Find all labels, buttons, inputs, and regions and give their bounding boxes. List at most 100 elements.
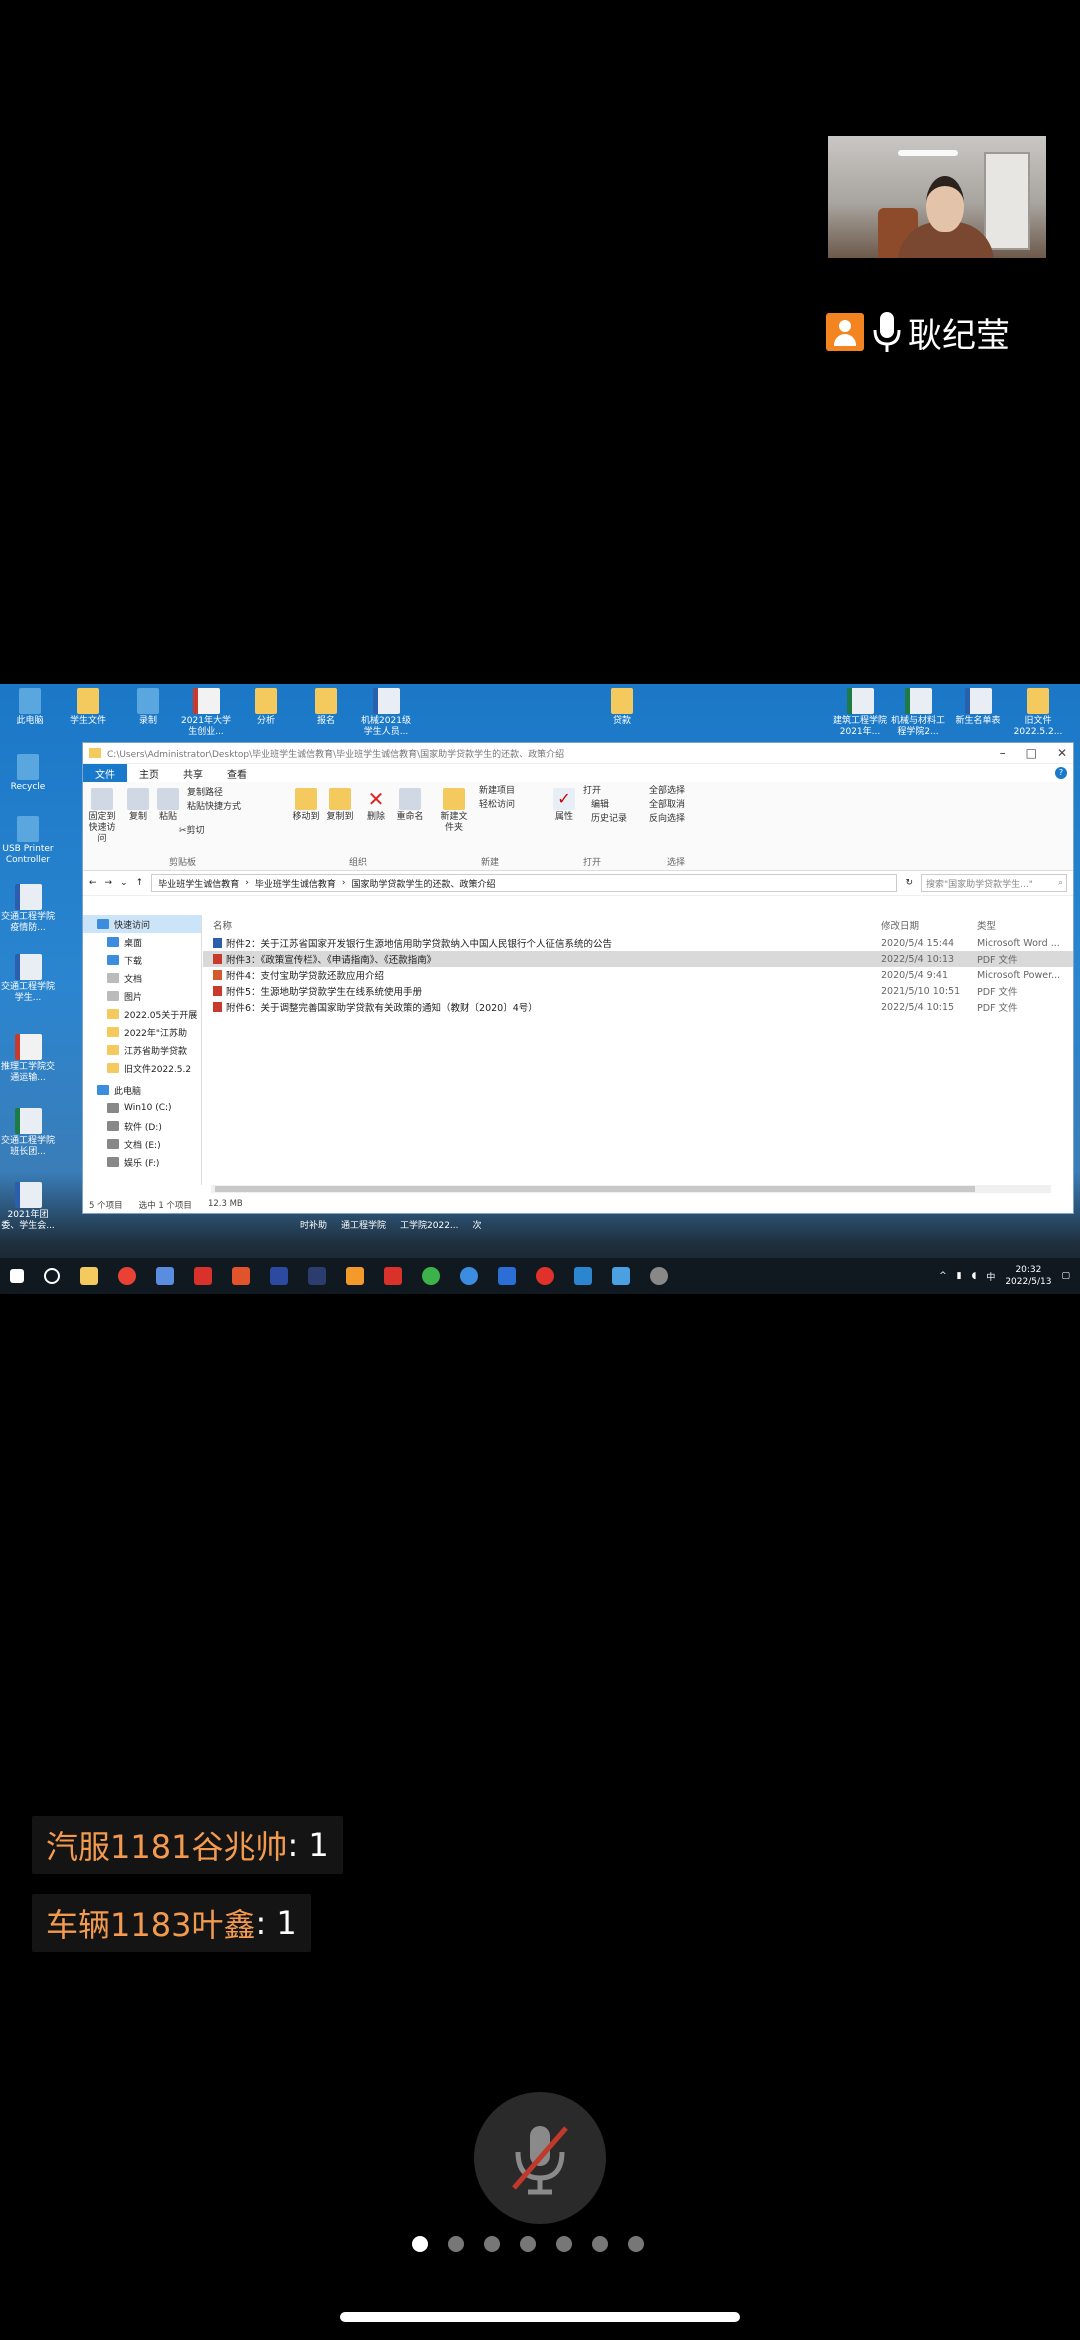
- file-row[interactable]: 附件4：支付宝助学贷款还款应用介绍 2020/5/4 9:41 Microsof…: [203, 967, 1073, 983]
- app-icon[interactable]: [156, 1267, 174, 1285]
- app-icon[interactable]: [232, 1267, 250, 1285]
- nav-quick-access[interactable]: 快速访问: [83, 915, 201, 933]
- page-dot[interactable]: [412, 2236, 428, 2252]
- file-row-selected[interactable]: 附件3：《政策宣传栏》、《申请指南》、《还款指南》 2022/5/4 10:13…: [203, 951, 1073, 967]
- refresh-icon[interactable]: ↻: [905, 878, 913, 888]
- page-dot[interactable]: [484, 2236, 500, 2252]
- desktop-icon[interactable]: 2021年大学生创业...: [178, 688, 234, 738]
- file-explorer-window[interactable]: C:\Users\Administrator\Desktop\毕业班学生诚信教育…: [82, 742, 1074, 1214]
- app-icon[interactable]: [194, 1267, 212, 1285]
- edit-button[interactable]: 编辑: [591, 800, 609, 811]
- photoshop-icon[interactable]: [308, 1267, 326, 1285]
- new-item-button[interactable]: 新建项目: [479, 786, 515, 797]
- desktop-icon[interactable]: 交通工程学院疫情防...: [0, 884, 56, 934]
- app-icon[interactable]: [536, 1267, 554, 1285]
- new-folder-button[interactable]: 新建文件夹: [437, 788, 471, 834]
- nav-desktop[interactable]: 桌面: [83, 933, 201, 951]
- page-dot[interactable]: [592, 2236, 608, 2252]
- desktop-icon[interactable]: Recycle: [0, 754, 56, 793]
- app-icon[interactable]: [270, 1267, 288, 1285]
- nav-folder[interactable]: 2022年"江苏助: [83, 1023, 201, 1041]
- pin-quick-access-button[interactable]: 固定到快速访问: [87, 788, 117, 845]
- app-icon[interactable]: [498, 1267, 516, 1285]
- properties-button[interactable]: ✓ 属性: [551, 788, 577, 823]
- back-arrow-icon[interactable]: ←: [89, 878, 97, 888]
- history-button[interactable]: 历史记录: [591, 814, 627, 825]
- app-icon[interactable]: [612, 1267, 630, 1285]
- delete-button[interactable]: ✕ 删除: [363, 788, 389, 823]
- page-dot[interactable]: [520, 2236, 536, 2252]
- page-dot[interactable]: [556, 2236, 572, 2252]
- desktop-icon[interactable]: 机械与材料工程学院2...: [890, 688, 946, 738]
- app-icon[interactable]: [650, 1267, 668, 1285]
- page-dot[interactable]: [628, 2236, 644, 2252]
- open-button[interactable]: 打开: [583, 786, 601, 797]
- copy-button[interactable]: 复制: [125, 788, 151, 823]
- invert-selection-button[interactable]: 反向选择: [649, 814, 685, 825]
- nav-folder[interactable]: 江苏省助学贷款: [83, 1041, 201, 1059]
- presenter-video[interactable]: [828, 136, 1046, 258]
- shared-screen[interactable]: 此电脑 学生文件 录制 2021年大学生创业... 分析 报名 机械2021级学…: [0, 684, 1080, 1294]
- app-icon[interactable]: [574, 1267, 592, 1285]
- minimize-icon[interactable]: –: [1000, 746, 1006, 760]
- nav-pictures[interactable]: 图片: [83, 987, 201, 1005]
- search-icon[interactable]: [44, 1268, 60, 1284]
- page-dot[interactable]: [448, 2236, 464, 2252]
- nav-documents[interactable]: 文档: [83, 969, 201, 987]
- microphone-mute-button[interactable]: [474, 2092, 606, 2224]
- desktop-icon[interactable]: 2021年团委、学生会...: [0, 1182, 56, 1232]
- file-row[interactable]: 附件2：关于江苏省国家开发银行生源地信用助学贷款纳入中国人民银行个人征信系统的公…: [203, 935, 1073, 951]
- tab-home[interactable]: 主页: [127, 764, 171, 783]
- desktop-icon[interactable]: 交通工程学院班长团...: [0, 1108, 56, 1158]
- desktop-icon[interactable]: 建筑工程学院2021年...: [832, 688, 888, 738]
- desktop-icon[interactable]: 此电脑: [2, 688, 58, 727]
- title-bar[interactable]: C:\Users\Administrator\Desktop\毕业班学生诚信教育…: [83, 743, 1073, 764]
- app-icon[interactable]: [384, 1267, 402, 1285]
- paste-shortcut-button[interactable]: 粘贴快捷方式: [187, 802, 241, 813]
- chevron-up-icon[interactable]: ^: [939, 1271, 947, 1281]
- notification-icon[interactable]: ▢: [1061, 1271, 1070, 1281]
- maximize-icon[interactable]: □: [1026, 746, 1037, 760]
- desktop-icon[interactable]: 机械2021级学生人员...: [358, 688, 414, 738]
- column-name[interactable]: 名称: [203, 918, 881, 932]
- copy-path-button[interactable]: 复制路径: [187, 788, 223, 799]
- up-arrow-icon[interactable]: ↑: [136, 878, 144, 888]
- easy-access-button[interactable]: 轻松访问: [479, 800, 515, 811]
- chevron-down-icon[interactable]: ⌄: [120, 878, 128, 888]
- file-row[interactable]: 附件5：生源地助学贷款学生在线系统使用手册 2021/5/10 10:51 PD…: [203, 983, 1073, 999]
- desktop-icon[interactable]: 分析: [238, 688, 294, 727]
- close-icon[interactable]: ✕: [1057, 746, 1067, 760]
- nav-drive[interactable]: 软件 (D:): [83, 1117, 201, 1135]
- search-input[interactable]: 搜索"国家助学贷款学生..." ⌕: [921, 874, 1067, 892]
- desktop-icon[interactable]: 贷款: [594, 688, 650, 727]
- tab-view[interactable]: 查看: [215, 764, 259, 783]
- wechat-icon[interactable]: [422, 1267, 440, 1285]
- column-type[interactable]: 类型: [977, 918, 1067, 932]
- select-all-button[interactable]: 全部选择: [649, 786, 685, 797]
- clock[interactable]: 20:32 2022/5/13: [1005, 1264, 1051, 1288]
- network-icon[interactable]: ▮: [957, 1271, 962, 1281]
- paste-button[interactable]: 粘贴: [155, 788, 181, 823]
- desktop-icon[interactable]: 推理工学院交通运输...: [0, 1034, 56, 1084]
- nav-drive[interactable]: Win10 (C:): [83, 1099, 201, 1117]
- nav-drive[interactable]: 娱乐 (F:): [83, 1153, 201, 1171]
- app-icon[interactable]: [460, 1267, 478, 1285]
- tab-share[interactable]: 共享: [171, 764, 215, 783]
- forward-arrow-icon[interactable]: →: [105, 878, 113, 888]
- breadcrumb-item[interactable]: 国家助学贷款学生的还款、政策介绍: [351, 877, 495, 890]
- breadcrumb-item[interactable]: 毕业班学生诚信教育: [158, 877, 239, 890]
- help-icon[interactable]: ?: [1055, 767, 1067, 779]
- select-none-button[interactable]: 全部取消: [649, 800, 685, 811]
- file-row[interactable]: 附件6：关于调整完善国家助学贷款有关政策的通知（教财〔2020〕4号） 2022…: [203, 999, 1073, 1015]
- address-bar[interactable]: 毕业班学生诚信教育 › 毕业班学生诚信教育 › 国家助学贷款学生的还款、政策介绍: [151, 874, 898, 892]
- rename-button[interactable]: 重命名: [393, 788, 427, 823]
- column-date[interactable]: 修改日期: [881, 918, 977, 932]
- desktop-icon[interactable]: 交通工程学院学生...: [0, 954, 56, 1004]
- page-indicator[interactable]: [412, 2236, 644, 2252]
- nav-folder[interactable]: 旧文件2022.5.2: [83, 1059, 201, 1077]
- desktop-icon[interactable]: 旧文件2022.5.2...: [1010, 688, 1066, 738]
- copy-to-button[interactable]: 复制到: [323, 788, 357, 823]
- desktop-icon[interactable]: 学生文件: [60, 688, 116, 727]
- nav-this-pc[interactable]: 此电脑: [83, 1081, 201, 1099]
- volume-icon[interactable]: ◖: [972, 1271, 977, 1281]
